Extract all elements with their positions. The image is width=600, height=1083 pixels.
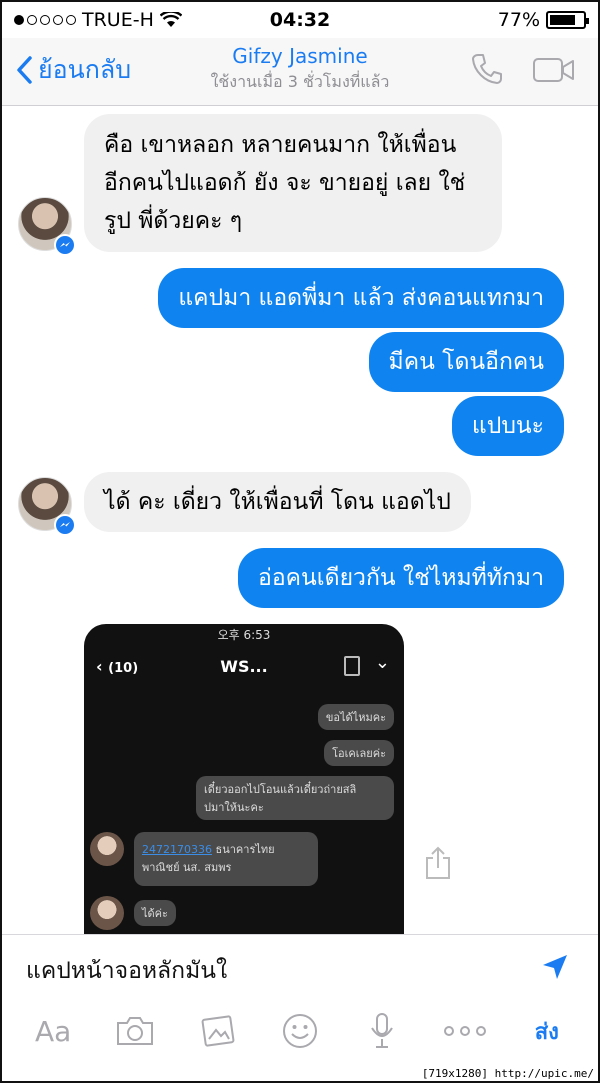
message-bubble-incoming[interactable]: คือ เขาหลอก หลายคนมาก ให้เพื่อน อีกคนไปแ… <box>84 114 502 252</box>
messenger-screen: TRUE-H 04:32 77% ย้อนกลับ Gifzy Jasmine … <box>0 0 600 1083</box>
message-bubble-outgoing[interactable]: อ่อคนเดียวกัน ใช่ไหมที่ทักมา <box>238 548 564 608</box>
messenger-badge-icon <box>54 514 76 536</box>
video-call-icon[interactable] <box>532 56 576 84</box>
message-bubble-incoming[interactable]: ได้ คะ เดี่ยว ให้เพื่อนที่ โดน แอดไป <box>84 472 471 532</box>
shot-message: เดี๋ยวออกไปโอนแล้วเดี๋ยวถ่ายสลิ ปมาให้นะ… <box>196 776 394 820</box>
gallery-icon[interactable] <box>193 1009 243 1053</box>
more-options-icon[interactable] <box>440 1009 490 1053</box>
shot-avatar <box>90 832 124 866</box>
message-input[interactable]: แคปหน้าจอหลักมันใ <box>26 953 227 989</box>
shot-status-time: 오후 6:53 <box>217 628 271 642</box>
conversation-header: ย้อนกลับ Gifzy Jasmine ใช้งานเมื่อ 3 ชั่… <box>2 38 598 106</box>
microphone-icon[interactable] <box>357 1009 407 1053</box>
messenger-badge-icon <box>54 234 76 256</box>
shared-screenshot-image[interactable]: 오후 6:53 ‹ (10) WS... ⌄ ขอได้ไหมคะ โอเคเล… <box>84 624 404 936</box>
shot-header: ‹ (10) WS... ⌄ <box>84 646 404 686</box>
text-format-button[interactable]: Aa <box>28 1009 78 1053</box>
message-bubble-outgoing[interactable]: แปบนะ <box>451 396 564 456</box>
shot-chevron-down-icon: ⌄ <box>374 652 390 673</box>
battery-percent: 77% <box>497 9 540 31</box>
contact-name[interactable]: Gifzy Jasmine <box>2 44 598 68</box>
camera-icon[interactable] <box>110 1009 160 1053</box>
last-active-status: ใช้งานเมื่อ 3 ชั่วโมงที่แล้ว <box>210 72 390 91</box>
message-bubble-outgoing[interactable]: แคปมา แอดพี่มา แล้ว ส่งคอนแทกมา <box>158 268 564 328</box>
message-line: รูป พี่ด้วยคะ ๆ <box>104 208 243 234</box>
shot-message: โอเคเลยค่ะ <box>324 740 394 766</box>
send-button[interactable]: ส่ง <box>522 1009 572 1053</box>
message-composer: แคปหน้าจอหลักมันใ <box>2 934 598 1000</box>
phone-call-icon[interactable] <box>470 52 504 86</box>
shot-message: 2472170336 ธนาคารไทย พาณิชย์ นส. สมพร <box>134 832 318 886</box>
battery-icon <box>546 11 589 29</box>
composer-toolbar: Aa ส่ง <box>2 1000 598 1062</box>
message-line: อีกคนไปแอดก้ ยัง จะ ขายอยู่ เลย ใช่ <box>104 170 466 196</box>
message-line: คือ เขาหลอก หลายคนมาก ให้เพื่อน <box>104 132 457 158</box>
status-bar: TRUE-H 04:32 77% <box>2 2 598 38</box>
watermark: [719x1280] http://upic.me/ <box>419 1067 596 1080</box>
sticker-smile-icon[interactable] <box>275 1009 325 1053</box>
shot-menu-icon <box>344 656 360 676</box>
shot-message: ได้ค่ะ <box>134 900 176 926</box>
shot-avatar <box>90 896 124 930</box>
location-arrow-icon[interactable] <box>540 952 570 982</box>
share-icon[interactable] <box>424 846 452 880</box>
shot-message: ขอได้ไหมคะ <box>317 704 394 730</box>
message-bubble-outgoing[interactable]: มีคน โดนอีกคน <box>368 332 564 392</box>
